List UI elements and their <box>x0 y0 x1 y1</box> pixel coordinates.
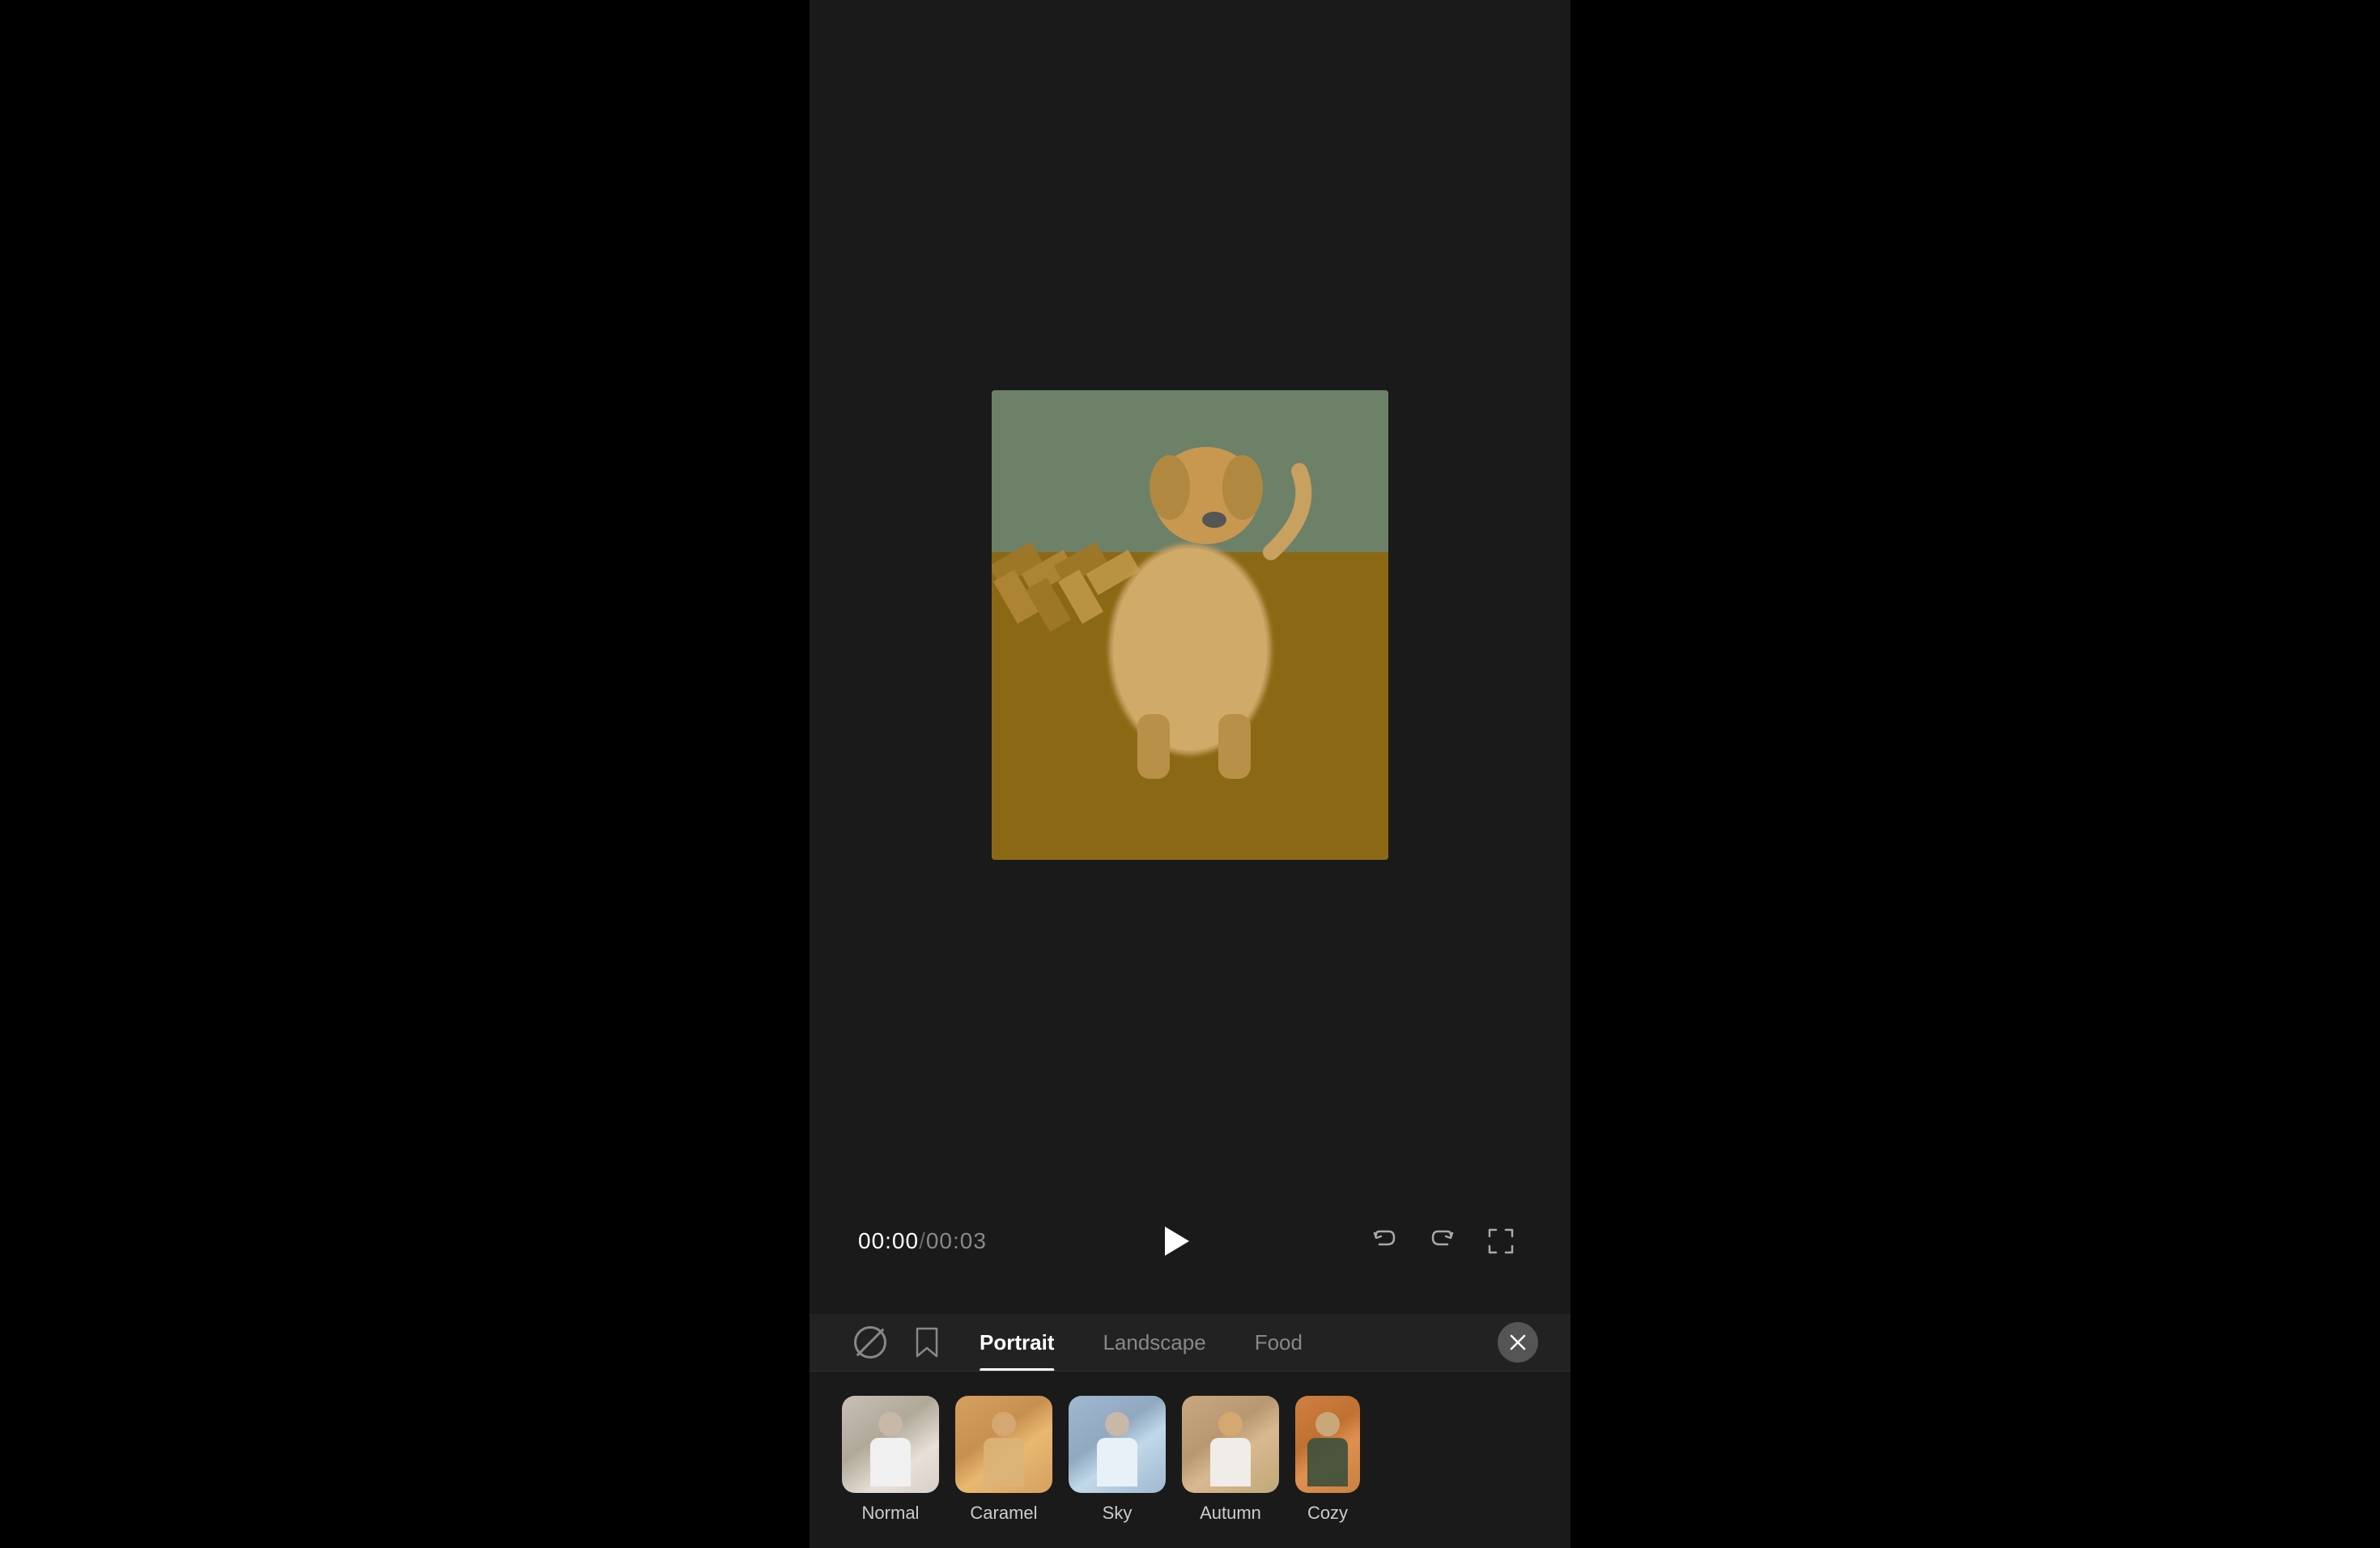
person-silhouette <box>1299 1412 1356 1493</box>
undo-icon <box>1370 1227 1399 1256</box>
filter-sky-label: Sky <box>1103 1503 1133 1524</box>
undo-button[interactable] <box>1363 1220 1405 1262</box>
filter-caramel-thumb <box>955 1396 1052 1493</box>
no-filter-icon <box>854 1326 886 1359</box>
filters-area: Normal Caramel Sky <box>810 1372 1570 1548</box>
app-container: 00:00 / 00:03 <box>810 0 1570 1548</box>
no-filter-button[interactable] <box>842 1314 899 1371</box>
playback-buttons <box>1150 1217 1199 1265</box>
time-controls: 00:00 / 00:03 <box>858 1217 1522 1265</box>
fullscreen-icon <box>1486 1227 1515 1256</box>
person-silhouette <box>975 1412 1032 1493</box>
redo-icon <box>1428 1227 1457 1256</box>
tab-landscape-label: Landscape <box>1103 1330 1205 1355</box>
video-frame <box>992 390 1388 860</box>
bookmark-icon <box>914 1327 940 1358</box>
play-button[interactable] <box>1150 1217 1199 1265</box>
play-icon <box>1165 1227 1189 1256</box>
tabs-row: Portrait Landscape Food <box>842 1314 1538 1371</box>
tab-food-label: Food <box>1255 1330 1303 1355</box>
close-button[interactable] <box>1498 1322 1538 1363</box>
filter-autumn-label: Autumn <box>1200 1503 1261 1524</box>
fullscreen-button[interactable] <box>1480 1220 1522 1262</box>
filter-caramel[interactable]: Caramel <box>955 1396 1052 1524</box>
tab-portrait-label: Portrait <box>980 1330 1054 1355</box>
filter-normal-label: Normal <box>862 1503 920 1524</box>
time-display: 00:00 / 00:03 <box>858 1228 987 1254</box>
filter-autumn[interactable]: Autumn <box>1182 1396 1279 1524</box>
person-silhouette <box>1202 1412 1259 1493</box>
video-player[interactable] <box>992 390 1388 860</box>
filter-cozy[interactable]: Cozy <box>1295 1396 1360 1524</box>
time-separator: / <box>919 1228 926 1254</box>
person-silhouette <box>1089 1412 1145 1493</box>
filter-autumn-thumb <box>1182 1396 1279 1493</box>
tab-landscape[interactable]: Landscape <box>1078 1314 1230 1371</box>
filter-normal[interactable]: Normal <box>842 1396 939 1524</box>
tab-portrait[interactable]: Portrait <box>955 1314 1078 1371</box>
redo-button[interactable] <box>1422 1220 1464 1262</box>
saved-filters-button[interactable] <box>899 1314 955 1371</box>
total-time: 00:03 <box>926 1228 987 1254</box>
person-silhouette <box>862 1412 919 1493</box>
video-area <box>810 0 1570 1201</box>
filter-cozy-thumb <box>1295 1396 1360 1493</box>
playback-controls-area: 00:00 / 00:03 <box>810 1201 1570 1314</box>
current-time: 00:00 <box>858 1228 919 1254</box>
filter-caramel-label: Caramel <box>970 1503 1037 1524</box>
filter-sky[interactable]: Sky <box>1069 1396 1166 1524</box>
close-icon <box>1509 1333 1527 1351</box>
filter-sky-thumb <box>1069 1396 1166 1493</box>
filter-cozy-label: Cozy <box>1307 1503 1348 1524</box>
category-tabs: Portrait Landscape Food <box>810 1314 1570 1372</box>
filter-normal-thumb <box>842 1396 939 1493</box>
tab-food[interactable]: Food <box>1230 1314 1327 1371</box>
